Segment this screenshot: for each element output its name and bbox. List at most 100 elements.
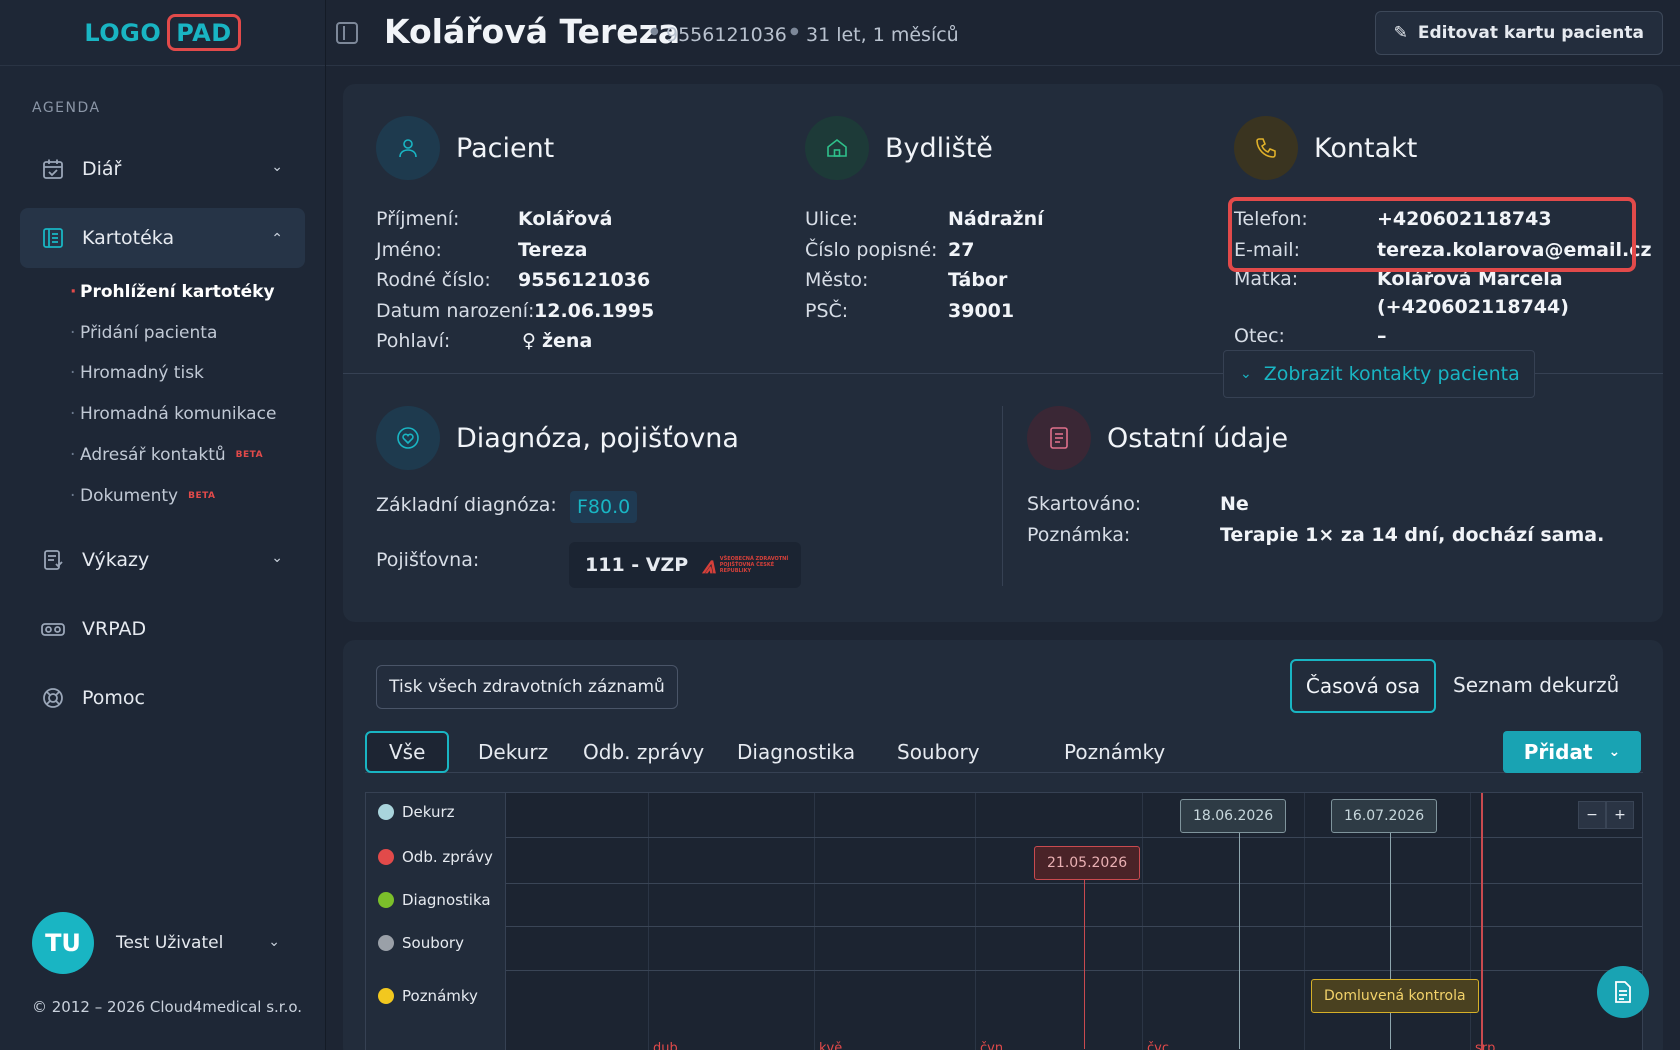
month-label: dub	[653, 1041, 678, 1050]
legend-item: Odb. zprávy	[378, 848, 493, 866]
patient-age: 31 let, 1 měsíců	[806, 24, 959, 46]
insurer-logo-mark: ⩓	[702, 551, 716, 579]
filter-tab-notes[interactable]: Poznámky	[1064, 731, 1165, 773]
sidebar-item-vrpad[interactable]: VRPAD	[20, 599, 305, 659]
sidebar-item-label: Kartotéka	[82, 227, 175, 249]
sub-item-documents[interactable]: Dokumenty BETA	[70, 486, 216, 506]
sub-item-bulk-comm[interactable]: Hromadná komunikace	[70, 404, 277, 424]
sub-item-bulk-print[interactable]: Hromadný tisk	[70, 363, 204, 383]
vr-headset-icon	[40, 616, 66, 642]
home-icon	[805, 116, 869, 180]
filter-tab-reports[interactable]: Odb. zprávy	[583, 731, 704, 773]
list-view-button[interactable]: Seznam dekurzů	[1453, 673, 1619, 697]
field-row: Rodné číslo: 9556121036	[376, 265, 756, 296]
event-marker[interactable]: 21.05.2026	[1034, 846, 1141, 880]
sub-item-label: Adresář kontaktů	[80, 445, 226, 465]
sidebar-item-kartoteka[interactable]: Kartotéka ⌃	[20, 208, 305, 268]
filter-tab-diagnostics[interactable]: Diagnostika	[737, 731, 855, 773]
event-stem	[1084, 879, 1085, 1049]
month-label: čvn	[980, 1041, 1004, 1050]
document-icon	[1615, 981, 1631, 1003]
field-label: Poznámka:	[1027, 523, 1131, 546]
sub-item-add-patient[interactable]: Přidání pacienta	[70, 323, 217, 343]
filter-tab-all[interactable]: Vše	[365, 731, 450, 773]
sub-item-browse[interactable]: Prohlížení kartotéky	[70, 282, 275, 302]
field-value: (+420602118744)	[1377, 296, 1569, 318]
field-row: Datum narození: 12.06.1995	[376, 296, 756, 327]
avatar: TU	[32, 912, 94, 974]
field-label: Otec:	[1234, 325, 1285, 348]
event-marker[interactable]: 18.06.2026	[1180, 799, 1287, 833]
lane-line	[506, 837, 1642, 838]
field-label: Datum narození:	[376, 299, 535, 322]
zoom-in-button[interactable]: +	[1606, 801, 1634, 829]
sidebar-item-vykazy[interactable]: Výkazy ⌄	[20, 530, 305, 590]
field-row: Poznámka: Terapie 1× za 14 dní, dochází s…	[1027, 520, 1647, 551]
insurer-logo-text: VŠEOBECNÁ ZDRAVOTNÍ POJIŠŤOVNA ČESKÉ REP…	[719, 556, 789, 574]
document-icon	[1027, 406, 1091, 470]
beta-badge: BETA	[188, 491, 216, 501]
today-marker	[1481, 793, 1483, 1050]
legend-label: Soubory	[402, 934, 464, 952]
grid-line	[648, 793, 649, 1050]
copyright: © 2012 – 2026 Cloud4medical s.r.o.	[32, 998, 303, 1016]
user-menu[interactable]: TU Test Uživatel ⌄	[32, 912, 292, 974]
filter-tab-files[interactable]: Soubory	[897, 731, 980, 773]
zoom-controls: − +	[1578, 801, 1634, 829]
field-row: Číslo popisné: 27	[805, 235, 1185, 266]
legend-item: Dekurz	[378, 803, 455, 821]
diagnosis-label: Základní diagnóza:	[376, 494, 557, 516]
field-value: Tábor	[948, 269, 1008, 292]
calendar-icon	[40, 156, 66, 182]
sidebar-item-diar[interactable]: Diář ⌄	[20, 139, 305, 199]
field-value: 27	[948, 238, 975, 261]
report-icon	[40, 547, 66, 573]
sidebar-item-pomoc[interactable]: Pomoc	[20, 668, 305, 728]
field-row: Pohlaví: ♀ žena	[376, 326, 756, 357]
insurance-label: Pojišťovna:	[376, 549, 479, 571]
field-value: Tereza	[518, 238, 588, 261]
edit-patient-label: Editovat kartu pacienta	[1417, 23, 1644, 43]
show-contacts-button[interactable]: ⌄ Zobrazit kontakty pacienta	[1223, 350, 1535, 398]
field-label: Skartováno:	[1027, 493, 1142, 516]
separator-dot: ●	[650, 26, 659, 37]
legend-label: Poznámky	[402, 987, 478, 1005]
diagnosis-section-header: Diagnóza, pojišťovna	[376, 406, 739, 470]
patient-info-card: Pacient Příjmení: Kolářová Jméno: Tereza R…	[343, 84, 1663, 622]
note-value[interactable]: Terapie 1× za 14 dní, dochází sama.	[1220, 524, 1604, 546]
field-value: –	[1377, 325, 1387, 348]
patient-section-header: Pacient	[376, 116, 554, 180]
sub-item-contacts[interactable]: Adresář kontaktů BETA	[70, 445, 263, 465]
other-fields: Skartováno: Ne Poznámka: Terapie 1× za 14 …	[1027, 489, 1647, 550]
legend-item: Diagnostika	[378, 891, 491, 909]
collapse-sidebar-icon[interactable]	[336, 22, 358, 44]
phone-icon	[1234, 116, 1298, 180]
legend-label: Dekurz	[402, 803, 455, 821]
legend-dot	[378, 988, 394, 1004]
sub-item-label: Hromadný tisk	[80, 363, 204, 383]
diagnosis-code[interactable]: F80.0	[570, 491, 638, 523]
timeline-view-button[interactable]: Časová osa	[1290, 659, 1436, 713]
records-panel: Tisk všech zdravotních záznamů Časová os…	[343, 640, 1663, 1050]
zoom-out-button[interactable]: −	[1578, 801, 1606, 829]
lane-line	[506, 883, 1642, 884]
logo[interactable]: LOGO PAD	[84, 14, 241, 51]
document-fab-button[interactable]	[1597, 966, 1649, 1018]
logo-row: LOGO PAD	[0, 0, 325, 66]
filter-tab-dekurz[interactable]: Dekurz	[478, 731, 548, 773]
section-title: Ostatní údaje	[1107, 422, 1289, 454]
field-label: Ulice:	[805, 208, 859, 231]
sub-item-label: Hromadná komunikace	[80, 404, 277, 424]
add-record-button[interactable]: Přidat ⌄	[1503, 731, 1641, 773]
event-marker[interactable]: 16.07.2026	[1331, 799, 1438, 833]
section-title: Pacient	[456, 132, 555, 164]
section-title: Bydliště	[885, 132, 993, 164]
section-title: Diagnóza, pojišťovna	[456, 422, 739, 454]
contact-section-header: Kontakt	[1234, 116, 1417, 180]
event-marker[interactable]: Domluvená kontrola	[1311, 979, 1479, 1013]
month-label: kvě	[819, 1041, 843, 1050]
edit-patient-button[interactable]: ✎ Editovat kartu pacienta	[1374, 11, 1663, 55]
print-all-records-button[interactable]: Tisk všech zdravotních záznamů	[376, 665, 678, 709]
insurer-logo: ⩓ VŠEOBECNÁ ZDRAVOTNÍ POJIŠŤOVNA ČESKÉ R…	[702, 551, 790, 579]
month-label: srp	[1475, 1041, 1496, 1050]
